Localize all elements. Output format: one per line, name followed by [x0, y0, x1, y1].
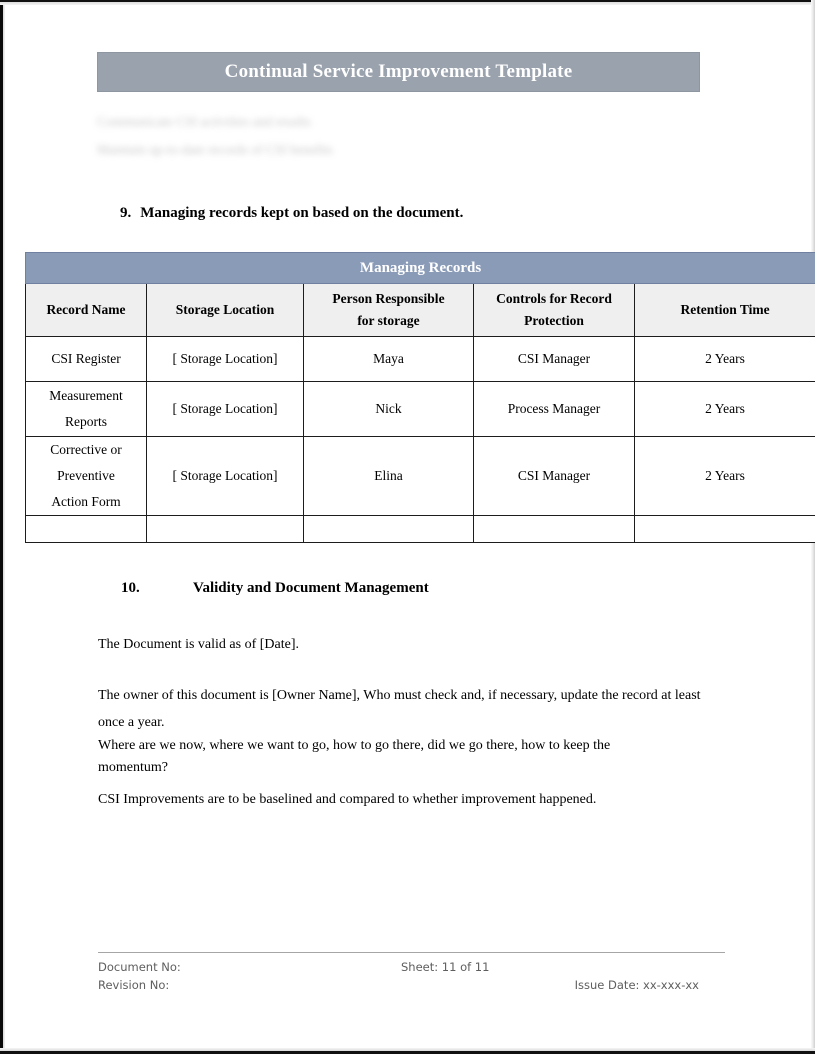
cell-person-responsible: Elina	[303, 436, 474, 516]
redacted-line-2: Maintain up-to-date records of CSI benef…	[97, 142, 333, 157]
managing-records-table: Managing Records Record Name Storage Loc…	[24, 252, 815, 543]
document-title-banner: Continual Service Improvement Template	[97, 52, 700, 92]
cell-record-name-line-1: Measurement	[49, 388, 123, 403]
footer-row-bottom: Revision No: Issue Date: xx-xxx-xx	[98, 976, 725, 994]
footer-issue-date: Issue Date: xx-xxx-xx	[574, 978, 699, 992]
cell-record-name: Corrective or Preventive Action Form	[25, 436, 147, 516]
cell-storage-location: [ Storage Location]	[146, 381, 304, 437]
paragraph-where: Where are we now, where we want to go, h…	[98, 738, 611, 775]
column-header-record-name-line-1: Record Name	[46, 302, 126, 317]
section-10-title: Validity and Document Management	[193, 580, 429, 596]
section-10-number: 10.	[121, 580, 140, 596]
column-header-record-name: Record Name	[25, 283, 147, 337]
column-header-storage-location: Storage Location	[146, 283, 304, 337]
section-9-heading: 9. Managing records kept on based on the …	[120, 205, 463, 222]
page-footer: Document No: Sheet: 11 of 11 Revision No…	[98, 958, 725, 998]
column-header-storage-location-line-1: Storage Location	[175, 302, 275, 317]
column-header-controls: Controls for Record Protection	[473, 283, 635, 337]
cell-record-name-line-1: Corrective or	[50, 442, 122, 457]
footer-document-no: Document No:	[98, 960, 181, 974]
section-10-heading: 10. Validity and Document Management	[121, 580, 429, 597]
paragraph-validity: The Document is valid as of [Date].	[98, 637, 299, 652]
table-row: CSI Register [ Storage Location] Maya CS…	[25, 336, 815, 382]
paragraph-owner: The owner of this document is [Owner Nam…	[98, 688, 701, 730]
page-content: Continual Service Improvement Template C…	[0, 0, 815, 1054]
column-header-retention-time: Retention Time	[633, 283, 815, 337]
cell-controls: Process Manager	[473, 381, 635, 437]
footer-sheet: Sheet: 11 of 11	[401, 960, 490, 974]
cell-controls: CSI Manager	[473, 436, 635, 516]
cell-storage-location: [ Storage Location]	[146, 336, 304, 382]
column-header-person-responsible-line-1: Person Responsible	[332, 291, 445, 306]
cell-record-name: Measurement Reports	[25, 381, 147, 437]
cell-retention-time: 2 Years	[633, 436, 815, 516]
cell-person-responsible: Maya	[303, 336, 474, 382]
cell-record-name-line-2: Preventive	[57, 468, 115, 483]
column-header-retention-time-line-1: Retention Time	[680, 302, 770, 317]
cell-person-responsible: Nick	[303, 381, 474, 437]
section-9-number: 9.	[120, 205, 132, 221]
column-header-person-responsible-line-2: for storage	[357, 313, 420, 328]
cell-storage-location	[146, 515, 304, 543]
cell-record-name-line-2: Reports	[65, 414, 107, 429]
cell-record-name-line-1: CSI Register	[51, 351, 121, 366]
document-title: Continual Service Improvement Template	[224, 61, 573, 82]
column-header-controls-line-1: Controls for Record	[496, 291, 612, 306]
paragraph-csi-improvements: CSI Improvements are to be baselined and…	[98, 792, 597, 807]
cell-retention-time: 2 Years	[633, 381, 815, 437]
redacted-text-block: Communicate CSI activities and results M…	[97, 108, 417, 164]
cell-person-responsible	[303, 515, 474, 543]
cell-record-name: CSI Register	[25, 336, 147, 382]
cell-retention-time	[633, 515, 815, 543]
table-banner-title: Managing Records	[24, 252, 815, 284]
column-header-controls-line-2: Protection	[524, 313, 584, 328]
table-row-empty	[25, 515, 815, 543]
table-row: Corrective or Preventive Action Form [ S…	[25, 436, 815, 516]
footer-divider	[98, 952, 725, 953]
footer-row-top: Document No: Sheet: 11 of 11	[98, 958, 725, 976]
column-header-person-responsible: Person Responsible for storage	[303, 283, 474, 337]
footer-revision-no: Revision No:	[98, 978, 170, 992]
redacted-line-1: Communicate CSI activities and results	[97, 114, 311, 129]
cell-controls: CSI Manager	[473, 336, 635, 382]
cell-record-name-line-3: Action Form	[51, 494, 121, 509]
table-banner-row: Managing Records	[24, 252, 815, 284]
section-9-title: Managing records kept on based on the do…	[140, 205, 464, 221]
table-header-row: Record Name Storage Location Person Resp…	[25, 283, 815, 337]
cell-controls	[473, 515, 635, 543]
cell-record-name	[25, 515, 147, 543]
cell-storage-location: [ Storage Location]	[146, 436, 304, 516]
cell-retention-time: 2 Years	[633, 336, 815, 382]
table-row: Measurement Reports [ Storage Location] …	[25, 381, 815, 437]
